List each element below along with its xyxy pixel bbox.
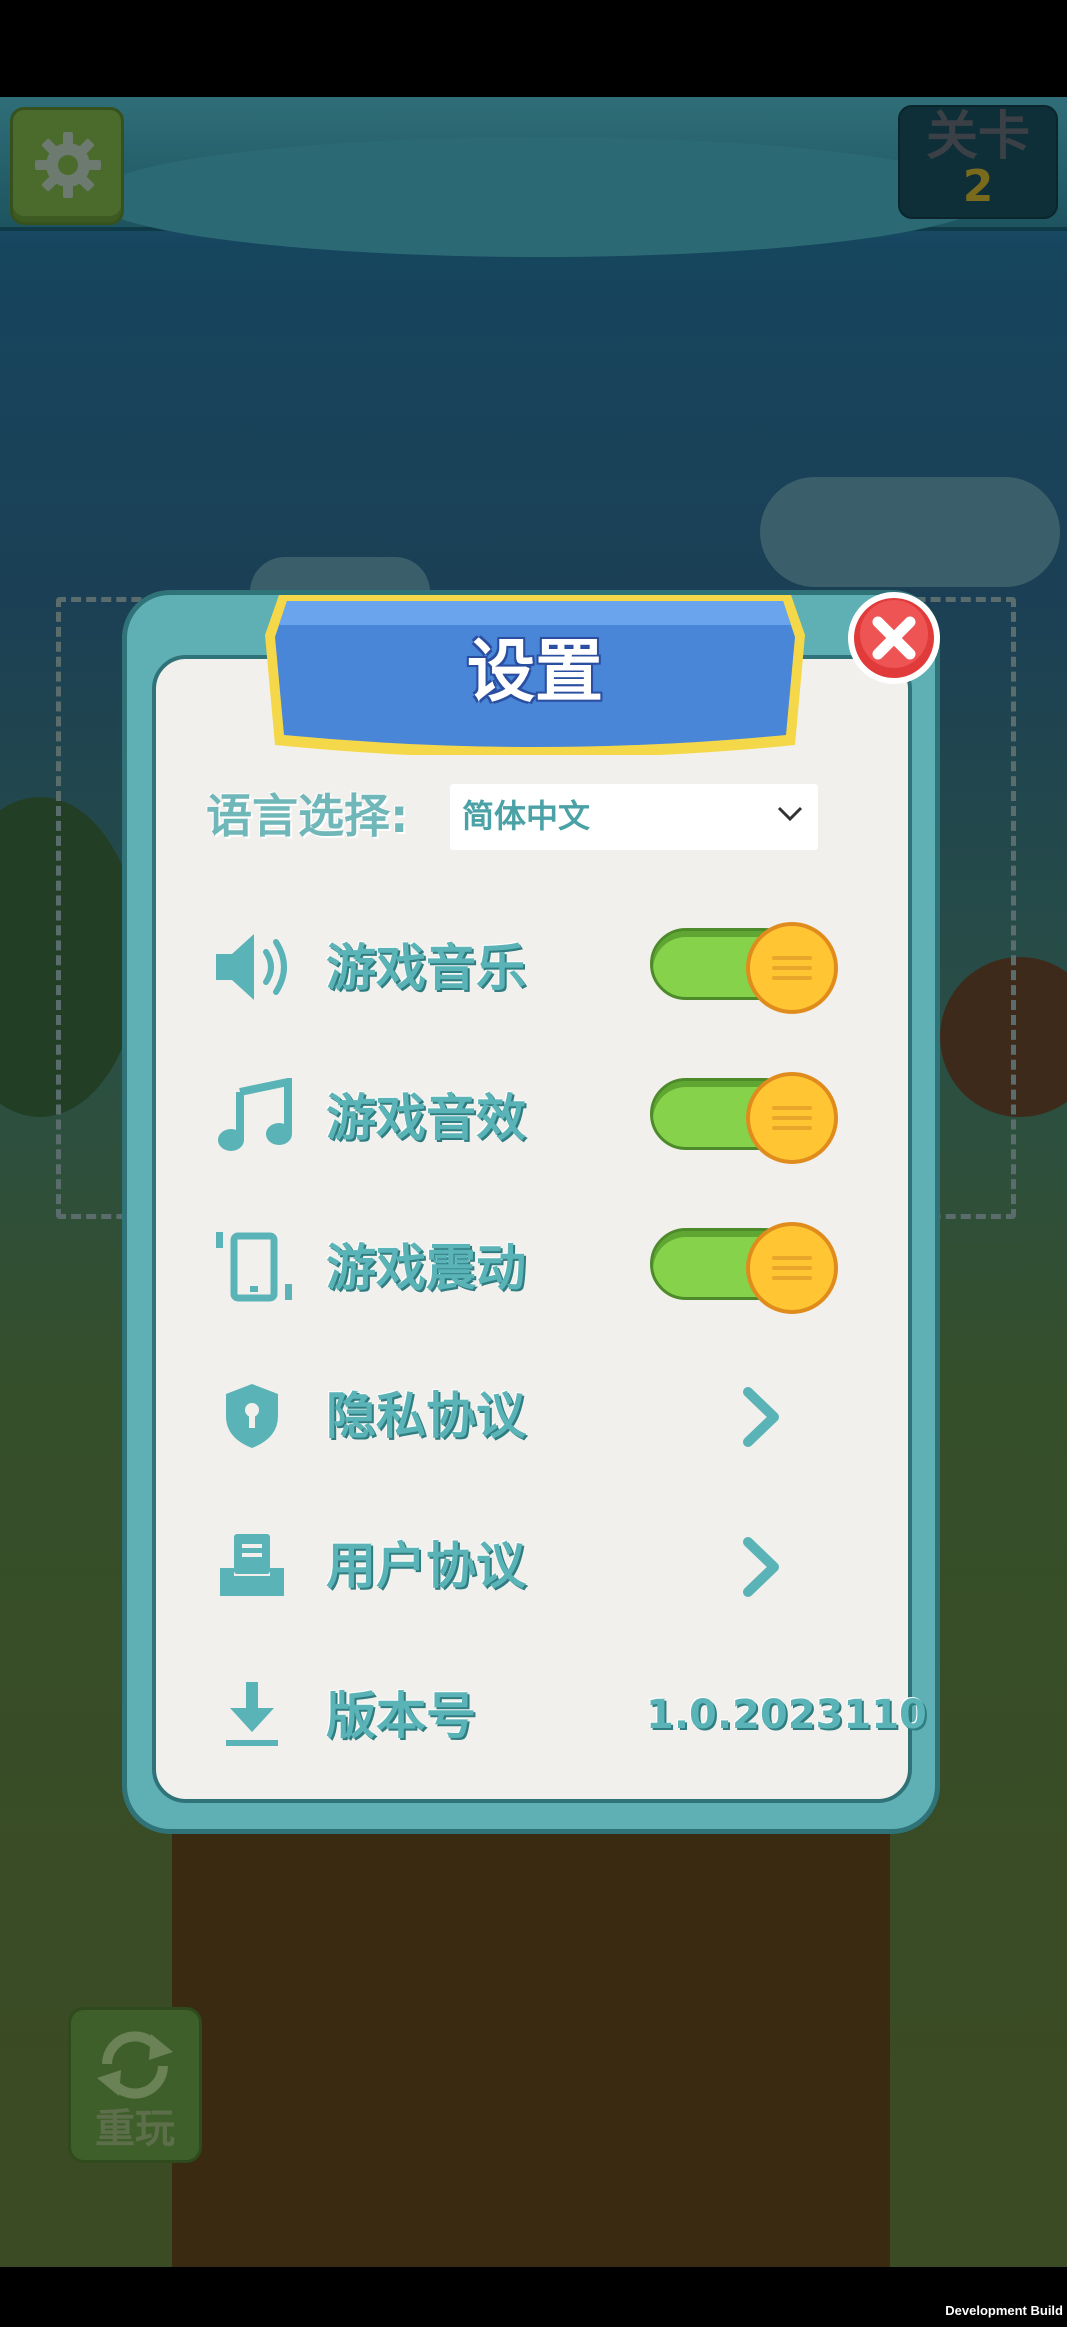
replay-button[interactable]: 重玩	[68, 2007, 202, 2163]
level-number: 2	[962, 161, 994, 212]
version-label: 版本号	[326, 1687, 476, 1745]
vibration-label: 游戏震动	[326, 1239, 526, 1297]
level-label: 关卡	[925, 107, 1030, 167]
development-build-label: Development Build	[945, 2303, 1063, 2318]
download-icon	[226, 1682, 278, 1746]
music-label: 游戏音乐	[326, 939, 526, 997]
chevron-down-icon	[777, 806, 803, 822]
user-agreement-label[interactable]: 用户协议	[326, 1536, 526, 1596]
toggle-knob	[746, 1222, 838, 1314]
sound-effects-toggle[interactable]	[650, 1072, 840, 1164]
toggle-knob	[746, 922, 838, 1014]
version-value: 1.0.2023110	[646, 1692, 927, 1738]
top-bar: 关卡 2	[0, 97, 1067, 257]
privacy-label[interactable]: 隐私协议	[326, 1386, 526, 1446]
document-tray-icon	[220, 1534, 284, 1596]
settings-gear-button[interactable]	[10, 107, 124, 225]
chevron-right-icon[interactable]	[740, 1536, 784, 1598]
cloud	[760, 477, 1060, 587]
level-indicator: 关卡 2	[898, 105, 1058, 219]
vibrate-icon	[216, 1232, 292, 1302]
music-toggle[interactable]	[650, 922, 840, 1014]
close-button[interactable]	[846, 590, 942, 686]
gear-icon	[35, 132, 101, 198]
language-label: 语言选择:	[206, 789, 409, 843]
music-note-icon	[218, 1078, 292, 1151]
chevron-right-icon[interactable]	[740, 1386, 784, 1448]
language-select[interactable]: 简体中文	[450, 784, 818, 850]
hill-decoration	[90, 137, 990, 257]
sound-effects-label: 游戏音效	[326, 1089, 526, 1147]
title-banner: 设置	[265, 595, 805, 755]
close-icon	[848, 592, 940, 684]
settings-title: 设置	[466, 633, 603, 712]
toggle-knob	[746, 1072, 838, 1164]
tree-trunk	[172, 1827, 890, 2267]
vibration-toggle[interactable]	[650, 1222, 840, 1314]
replay-label: 重玩	[95, 2106, 175, 2152]
speaker-icon	[216, 934, 287, 1000]
shield-icon	[226, 1384, 278, 1448]
settings-panel: 设置	[122, 590, 940, 1834]
refresh-icon	[97, 2031, 173, 2099]
language-value: 简体中文	[462, 797, 591, 835]
